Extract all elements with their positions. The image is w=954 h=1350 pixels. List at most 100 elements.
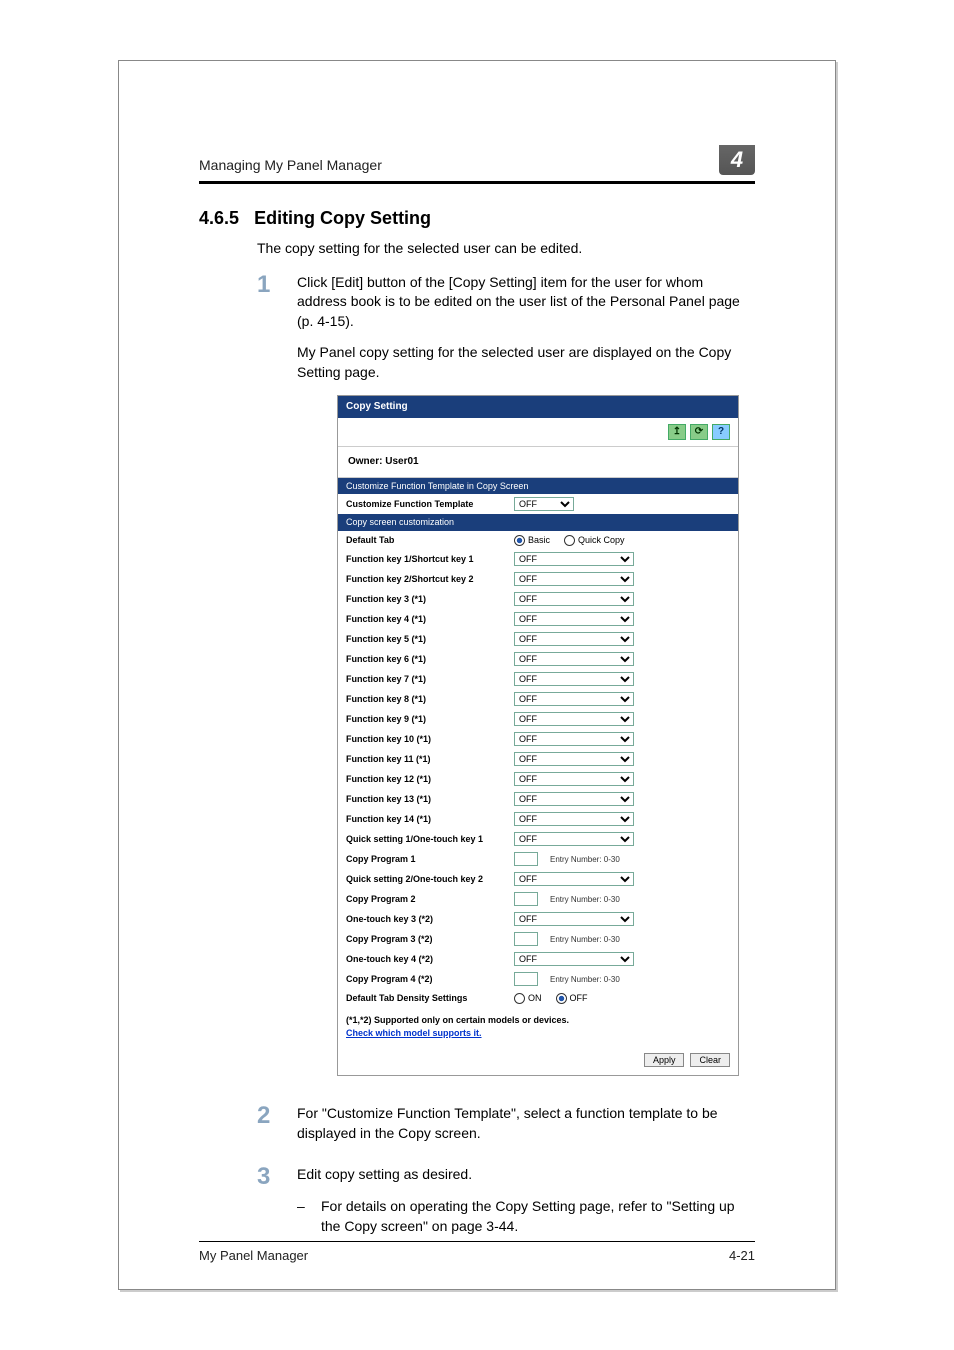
function-key-select[interactable]: OFF (514, 772, 634, 786)
prog3-label: Copy Program 3 (*2) (346, 933, 506, 946)
function-key-row: Function key 6 (*1) OFF (338, 649, 738, 669)
header-rule (199, 181, 755, 184)
section-heading: 4.6.5 Editing Copy Setting (199, 208, 755, 229)
function-key-label: Function key 3 (*1) (346, 593, 506, 606)
step-3-subitem: – For details on operating the Copy Sett… (297, 1197, 755, 1236)
function-key-select[interactable]: OFF (514, 792, 634, 806)
band-copy-screen: Copy screen customization (338, 514, 738, 531)
chapter-number-badge: 4 (719, 145, 755, 175)
function-key-row: Function key 11 (*1) OFF (338, 749, 738, 769)
function-key-label: Function key 9 (*1) (346, 713, 506, 726)
function-key-select[interactable]: OFF (514, 652, 634, 666)
apply-button[interactable]: Apply (644, 1053, 685, 1067)
function-key-label: Function key 12 (*1) (346, 773, 506, 786)
function-key-label: Function key 6 (*1) (346, 653, 506, 666)
ot4-label: One-touch key 4 (*2) (346, 953, 506, 966)
function-key-row: Function key 3 (*1) OFF (338, 589, 738, 609)
step-number: 2 (257, 1104, 297, 1155)
function-key-select[interactable]: OFF (514, 732, 634, 746)
function-key-select[interactable]: OFF (514, 692, 634, 706)
function-key-row: Function key 5 (*1) OFF (338, 629, 738, 649)
refresh-icon[interactable]: ⟳ (690, 424, 708, 440)
function-key-row: Function key 14 (*1) OFF (338, 809, 738, 829)
density-radios[interactable]: ON OFF (514, 992, 588, 1005)
function-key-select[interactable]: OFF (514, 612, 634, 626)
step-3-text: Edit copy setting as desired. (297, 1165, 755, 1185)
cft-select[interactable]: OFF (514, 497, 574, 511)
radio-density-on[interactable] (514, 993, 525, 1004)
function-key-select[interactable]: OFF (514, 672, 634, 686)
prog1-hint: Entry Number: 0-30 (550, 854, 620, 865)
function-key-row: Function key 7 (*1) OFF (338, 669, 738, 689)
function-key-select[interactable]: OFF (514, 712, 634, 726)
function-key-row: Function key 12 (*1) OFF (338, 769, 738, 789)
quick2-label: Quick setting 2/One-touch key 2 (346, 873, 506, 886)
quick2-select[interactable]: OFF (514, 872, 634, 886)
prog2-hint: Entry Number: 0-30 (550, 894, 620, 905)
function-key-select[interactable]: OFF (514, 752, 634, 766)
prog4-input[interactable] (514, 972, 538, 986)
ot3-label: One-touch key 3 (*2) (346, 913, 506, 926)
prog2-input[interactable] (514, 892, 538, 906)
function-key-label: Function key 1/Shortcut key 1 (346, 553, 506, 566)
function-key-label: Function key 11 (*1) (346, 753, 506, 766)
function-key-label: Function key 8 (*1) (346, 693, 506, 706)
band-customize-template: Customize Function Template in Copy Scre… (338, 478, 738, 495)
prog3-hint: Entry Number: 0-30 (550, 934, 620, 945)
footer-left: My Panel Manager (199, 1248, 308, 1263)
default-tab-label: Default Tab (346, 534, 506, 547)
step-1: 1 Click [Edit] button of the [Copy Setti… (257, 273, 755, 1095)
prog4-label: Copy Program 4 (*2) (346, 973, 506, 986)
prog1-input[interactable] (514, 852, 538, 866)
ot3-select[interactable]: OFF (514, 912, 634, 926)
function-key-row: Function key 4 (*1) OFF (338, 609, 738, 629)
prog1-label: Copy Program 1 (346, 853, 506, 866)
function-key-row: Function key 8 (*1) OFF (338, 689, 738, 709)
cft-label: Customize Function Template (346, 498, 506, 511)
function-key-row: Function key 9 (*1) OFF (338, 709, 738, 729)
footnote-text: (*1,*2) Supported only on certain models… (346, 1015, 569, 1025)
help-icon[interactable]: ? (712, 424, 730, 440)
intro-text: The copy setting for the selected user c… (257, 239, 755, 259)
step-1-text-2: My Panel copy setting for the selected u… (297, 343, 755, 382)
function-key-row: Function key 2/Shortcut key 2OFF (338, 569, 738, 589)
function-key-label: Function key 14 (*1) (346, 813, 506, 826)
footnote-link[interactable]: Check which model supports it. (346, 1028, 482, 1038)
function-key-select[interactable]: OFF (514, 572, 634, 586)
quick1-select[interactable]: OFF (514, 832, 634, 846)
step-2: 2 For "Customize Function Template", sel… (257, 1104, 755, 1155)
prog2-label: Copy Program 2 (346, 893, 506, 906)
radio-quick-copy[interactable] (564, 535, 575, 546)
radio-basic[interactable] (514, 535, 525, 546)
copy-setting-screenshot: Copy Setting ↥ ⟳ ? Owner: User01 Customi… (337, 395, 739, 1077)
step-number: 3 (257, 1165, 297, 1236)
dialog-title: Copy Setting (338, 396, 738, 418)
function-key-row: Function key 1/Shortcut key 1 OFF (338, 549, 738, 569)
owner-label: Owner: User01 (338, 447, 738, 478)
function-key-select[interactable]: OFF (514, 592, 634, 606)
function-key-label: Function key 4 (*1) (346, 613, 506, 626)
ot4-select[interactable]: OFF (514, 952, 634, 966)
prog4-hint: Entry Number: 0-30 (550, 974, 620, 985)
function-key-select[interactable]: OFF (514, 632, 634, 646)
step-1-text-1: Click [Edit] button of the [Copy Setting… (297, 273, 755, 332)
clear-button[interactable]: Clear (690, 1053, 730, 1067)
footer-right: 4-21 (729, 1248, 755, 1263)
function-key-row: Function key 13 (*1) OFF (338, 789, 738, 809)
function-key-label: Function key 7 (*1) (346, 673, 506, 686)
step-number: 1 (257, 273, 297, 1095)
default-tab-radios[interactable]: Basic Quick Copy (514, 534, 625, 547)
function-key-select[interactable]: OFF (514, 552, 634, 566)
function-key-label: Function key 13 (*1) (346, 793, 506, 806)
density-label: Default Tab Density Settings (346, 992, 506, 1005)
function-key-row: Function key 10 (*1) OFF (338, 729, 738, 749)
prog3-input[interactable] (514, 932, 538, 946)
function-key-label: Function key 10 (*1) (346, 733, 506, 746)
running-header: Managing My Panel Manager (199, 157, 382, 173)
step-3: 3 Edit copy setting as desired. – For de… (257, 1165, 755, 1236)
up-icon[interactable]: ↥ (668, 424, 686, 440)
radio-density-off[interactable] (556, 993, 567, 1004)
function-key-select[interactable]: OFF (514, 812, 634, 826)
quick1-label: Quick setting 1/One-touch key 1 (346, 833, 506, 846)
function-key-label: Function key 5 (*1) (346, 633, 506, 646)
